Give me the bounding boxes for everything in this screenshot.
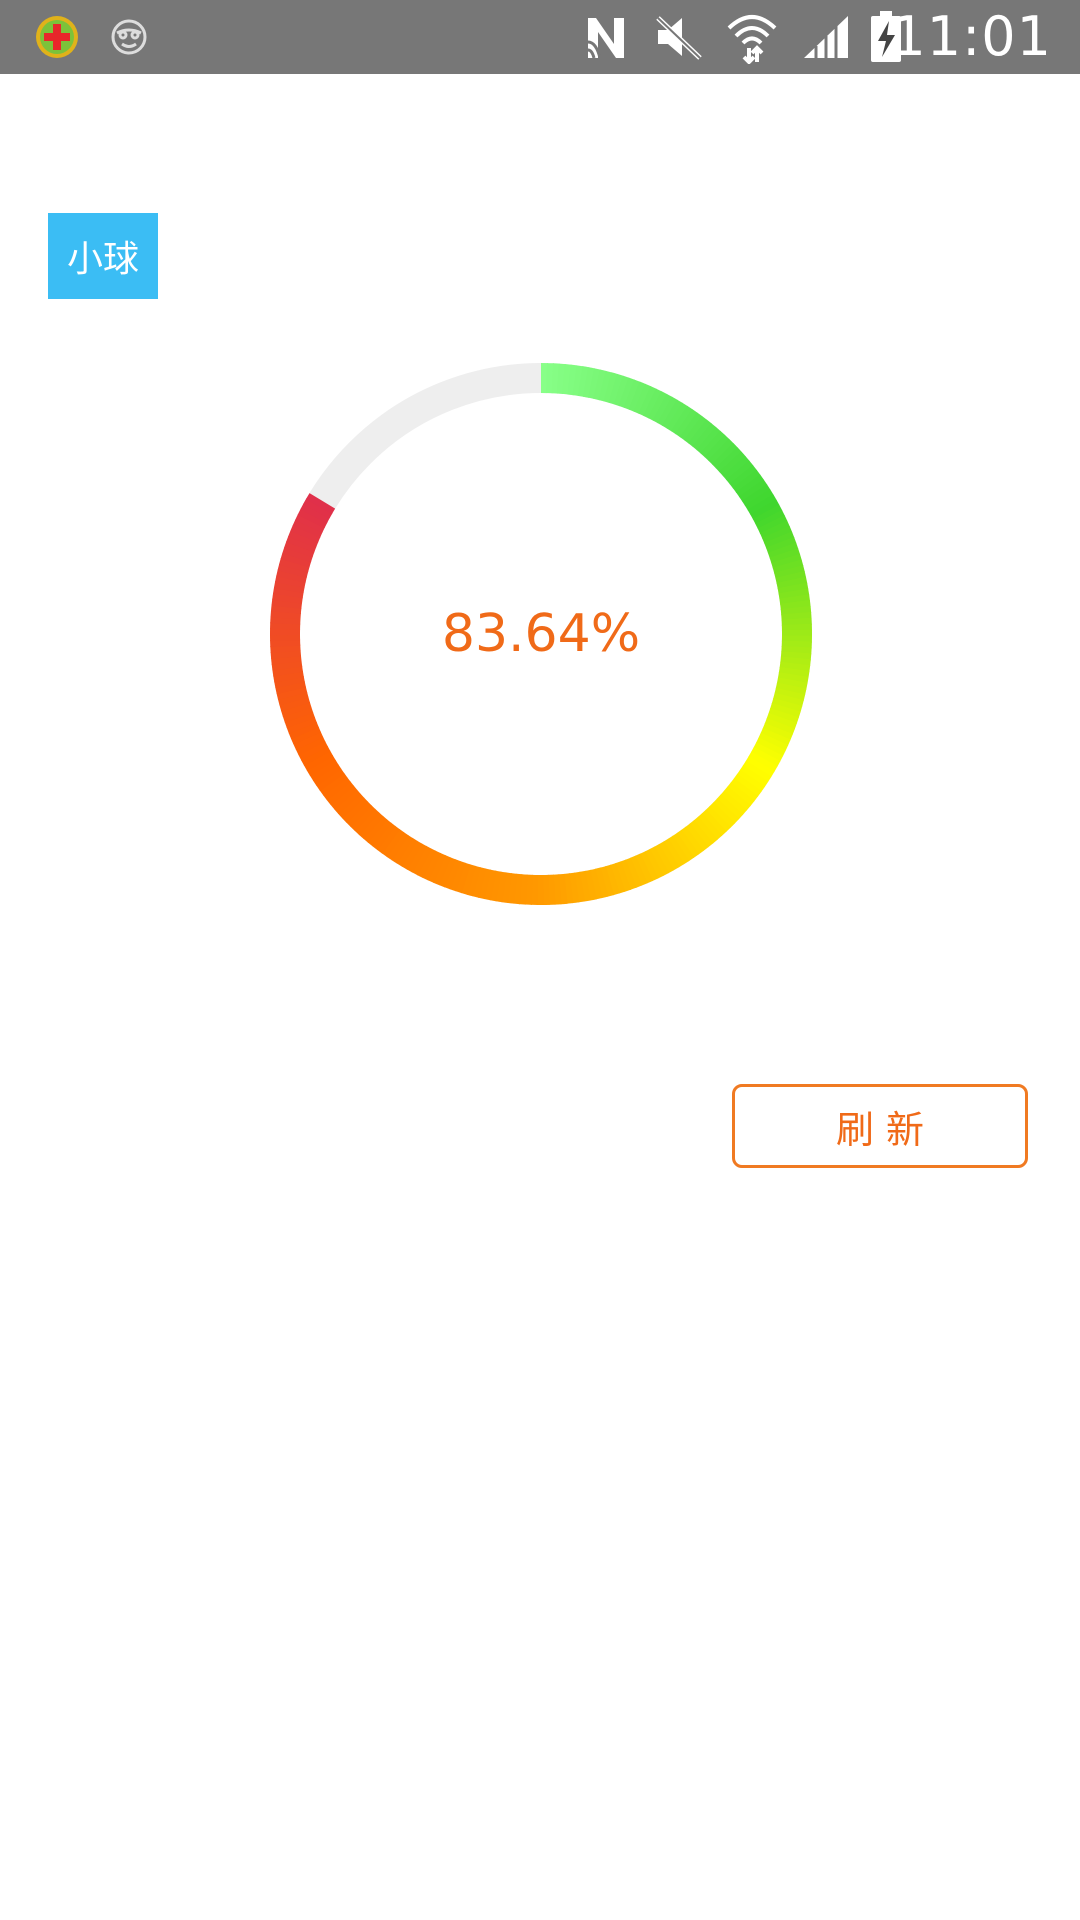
refresh-button[interactable]: 刷 新 bbox=[732, 1084, 1028, 1168]
mute-icon bbox=[652, 0, 706, 74]
wifi-icon bbox=[724, 0, 780, 74]
status-time: 11:01 bbox=[891, 5, 1052, 68]
app-plus-icon bbox=[32, 0, 82, 74]
smiley-mask-icon bbox=[106, 0, 152, 74]
progress-percent-label: 83.64% bbox=[441, 604, 641, 664]
ball-tag-button[interactable]: 小球 bbox=[48, 213, 158, 299]
status-bar: 11:01 bbox=[0, 0, 1080, 74]
nfc-icon bbox=[582, 0, 632, 74]
signal-icon bbox=[800, 0, 852, 74]
